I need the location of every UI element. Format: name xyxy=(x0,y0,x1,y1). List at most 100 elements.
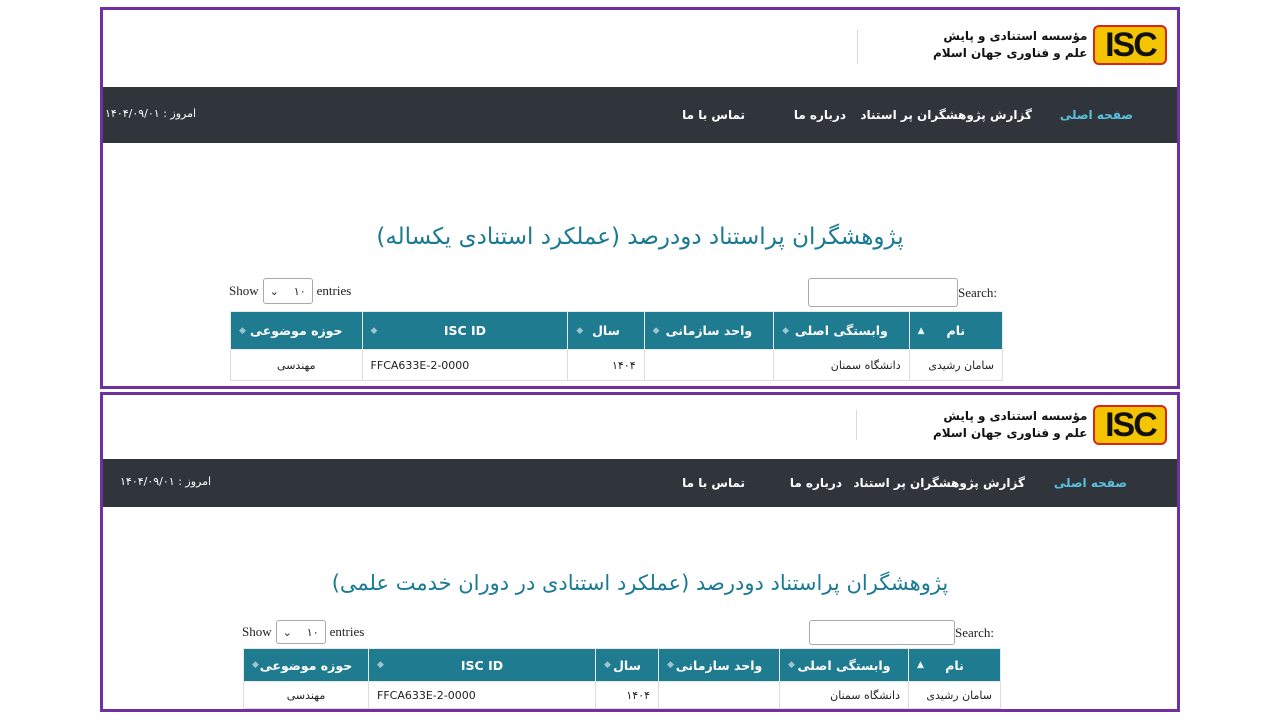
header-name[interactable]: نام ▲ xyxy=(908,648,1001,682)
today-label: امروز : xyxy=(163,107,197,120)
nav-home[interactable]: صفحه اصلی xyxy=(1060,108,1133,122)
cell-subject: مهندسی xyxy=(230,349,363,381)
header-name[interactable]: نام ▲ xyxy=(908,311,1004,350)
results-table: نام ▲ وابستگی اصلی ◆ واحد سازمانی ◆ سال ◆ IS… xyxy=(243,648,1001,709)
header-subject[interactable]: حوزه موضوعی ◆ xyxy=(230,311,363,350)
header-year-label: سال xyxy=(592,323,620,338)
nav-report[interactable]: گزارش پژوهشگران پر استناد xyxy=(853,476,1025,490)
cell-year: ۱۴۰۴ xyxy=(567,349,645,381)
sort-icon: ◆ xyxy=(788,660,795,670)
table-row[interactable]: سامان رشیدی دانشگاه سمنان ۱۴۰۴ FFCA633E-… xyxy=(243,681,1001,709)
sort-icon: ◆ xyxy=(652,325,660,336)
search-control: Search: xyxy=(809,620,994,645)
cell-affiliation: دانشگاه سمنان xyxy=(773,349,910,381)
search-input[interactable] xyxy=(808,278,958,307)
header-subject-label: حوزه موضوعی xyxy=(250,323,343,338)
nav-about[interactable]: درباره ما xyxy=(794,108,846,122)
site-logo[interactable]: مؤسسه استنادی و پایش علم و فناوری جهان ا… xyxy=(933,405,1168,445)
site-logo[interactable]: مؤسسه استنادی و پایش علم و فناوری جهان ا… xyxy=(933,25,1168,65)
header-affiliation[interactable]: وابستگی اصلی ◆ xyxy=(773,311,910,350)
cell-unit xyxy=(658,681,780,709)
header-affiliation[interactable]: وابستگی اصلی ◆ xyxy=(779,648,909,682)
header-isc-id[interactable]: ISC ID ◆ xyxy=(361,311,569,350)
search-control: Search: xyxy=(808,278,997,307)
nav-contact[interactable]: تماس با ما xyxy=(682,476,745,490)
navbar: صفحه اصلی گزارش پژوهشگران پر استناد دربا… xyxy=(103,87,1177,143)
header-subject[interactable]: حوزه موضوعی ◆ xyxy=(243,648,369,682)
nav-report[interactable]: گزارش پژوهشگران پر استناد xyxy=(860,108,1032,122)
length-control: Show ⌄ ۱۰ entries xyxy=(229,278,351,304)
cell-unit xyxy=(643,349,775,381)
sort-asc-icon: ▲ xyxy=(917,660,924,670)
today-label: امروز : xyxy=(178,475,212,488)
header-unit[interactable]: واحد سازمانی ◆ xyxy=(658,648,780,682)
today-date: امروز : ۱۴۰۴/۰۹/۰۱ xyxy=(120,475,211,488)
cell-name: سامان رشیدی xyxy=(908,681,1001,709)
nav-home[interactable]: صفحه اصلی xyxy=(1054,476,1127,490)
screenshot-panel-1yearly: مؤسسه استنادی و پایش علم و فناوری جهان ا… xyxy=(100,7,1180,389)
entries-select[interactable]: ⌄ ۱۰ xyxy=(262,278,313,304)
header-unit-label: واحد سازمانی xyxy=(675,657,763,673)
header-isc-id-label: ISC ID xyxy=(460,657,504,673)
sort-icon: ◆ xyxy=(782,325,790,336)
show-label: Show xyxy=(242,624,272,639)
page-title: پژوهشگران پراستناد دودرصد (عملکرد استناد… xyxy=(376,224,904,250)
today-date: امروز : ۱۴۰۴/۰۹/۰۱ xyxy=(105,107,196,120)
header-subject-label: حوزه موضوعی xyxy=(259,657,353,673)
header-isc-id-label: ISC ID xyxy=(443,323,487,338)
entries-select[interactable]: ⌄ ۱۰ xyxy=(275,620,326,644)
header-unit[interactable]: واحد سازمانی ◆ xyxy=(643,311,775,350)
header-affiliation-label: وابستگی اصلی xyxy=(794,323,888,338)
navbar: صفحه اصلی گزارش پژوهشگران پر استناد دربا… xyxy=(103,459,1177,507)
sort-icon: ◆ xyxy=(377,660,384,670)
header-year-label: سال xyxy=(613,657,641,673)
screenshot-panel-career: مؤسسه استنادی و پایش علم و فناوری جهان ا… xyxy=(100,392,1180,712)
search-input[interactable] xyxy=(809,620,955,645)
entries-select-value: ۱۰ xyxy=(293,285,306,298)
entries-label: entries xyxy=(329,624,365,639)
nav-contact[interactable]: تماس با ما xyxy=(682,108,745,122)
header-name-label: نام xyxy=(945,657,964,673)
cell-isc-id: FFCA633E-2-0000 xyxy=(368,681,596,709)
table-row[interactable]: سامان رشیدی دانشگاه سمنان ۱۴۰۴ FFCA633E-… xyxy=(230,349,1004,381)
org-name-line1: مؤسسه استنادی و پایش xyxy=(943,29,1088,43)
chevron-down-icon: ⌄ xyxy=(269,285,279,298)
header-divider xyxy=(857,30,858,64)
header-year[interactable]: سال ◆ xyxy=(595,648,659,682)
org-name-line2: علم و فناوری جهان اسلام xyxy=(933,426,1088,440)
sort-icon: ◆ xyxy=(604,660,611,670)
chevron-down-icon: ⌄ xyxy=(282,626,292,639)
isc-logo-icon: ISC xyxy=(1093,405,1168,445)
today-value: ۱۴۰۴/۰۹/۰۱ xyxy=(105,107,160,120)
header-isc-id[interactable]: ISC ID ◆ xyxy=(368,648,596,682)
entries-label: entries xyxy=(316,283,352,298)
search-label: Search: xyxy=(955,624,994,640)
length-control: Show ⌄ ۱۰ entries xyxy=(242,620,364,644)
sort-icon: ◆ xyxy=(370,325,378,336)
sort-icon: ◆ xyxy=(252,660,259,670)
sort-icon: ◆ xyxy=(239,325,246,336)
cell-isc-id: FFCA633E-2-0000 xyxy=(361,349,569,381)
header-year[interactable]: سال ◆ xyxy=(567,311,645,350)
org-name-line1: مؤسسه استنادی و پایش xyxy=(943,409,1088,423)
sort-asc-icon: ▲ xyxy=(917,325,925,336)
page-title: پژوهشگران پراستناد دودرصد (عملکرد استناد… xyxy=(331,571,949,595)
header-name-label: نام xyxy=(946,323,966,338)
org-name: مؤسسه استنادی و پایش علم و فناوری جهان ا… xyxy=(933,28,1087,62)
show-label: Show xyxy=(229,283,259,298)
entries-select-value: ۱۰ xyxy=(306,626,319,639)
org-name: مؤسسه استنادی و پایش علم و فناوری جهان ا… xyxy=(933,408,1087,442)
cell-year: ۱۴۰۴ xyxy=(595,681,659,709)
header-affiliation-label: وابستگی اصلی xyxy=(797,657,891,673)
cell-name: سامان رشیدی xyxy=(908,349,1004,381)
cell-affiliation: دانشگاه سمنان xyxy=(779,681,909,709)
table-header-row: نام ▲ وابستگی اصلی ◆ واحد سازمانی ◆ سال ◆ IS… xyxy=(230,311,1004,350)
header-divider xyxy=(856,410,857,440)
header-unit-label: واحد سازمانی xyxy=(665,323,753,338)
nav-about[interactable]: درباره ما xyxy=(790,476,842,490)
table-header-row: نام ▲ وابستگی اصلی ◆ واحد سازمانی ◆ سال ◆ IS… xyxy=(243,648,1001,682)
isc-logo-icon: ISC xyxy=(1093,25,1168,65)
sort-icon: ◆ xyxy=(576,325,584,336)
today-value: ۱۴۰۴/۰۹/۰۱ xyxy=(120,475,175,488)
search-label: Search: xyxy=(958,284,997,300)
